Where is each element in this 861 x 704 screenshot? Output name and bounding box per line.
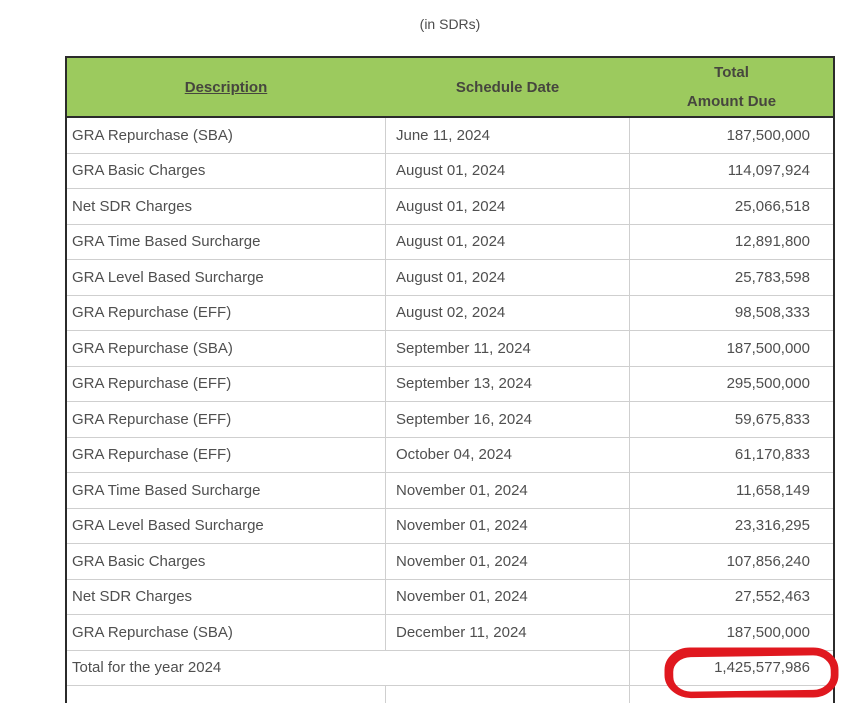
cell-description: GRA Repurchase (EFF): [67, 296, 386, 331]
cell-amount-due: 98,508,333: [630, 296, 833, 331]
cell-schedule-date: August 01, 2024: [386, 189, 630, 224]
cell-description: Net SDR Charges: [67, 189, 386, 224]
cell-description: GRA Repurchase (SBA): [67, 331, 386, 366]
cell-schedule-date: November 01, 2024: [386, 473, 630, 508]
cell-description: GRA Repurchase (EFF): [67, 367, 386, 402]
table-rows-container: GRA Repurchase (SBA) June 11, 2024 187,5…: [67, 118, 833, 651]
cell-description: GRA Basic Charges: [67, 544, 386, 579]
table-row: GRA Repurchase (EFF) September 13, 2024 …: [67, 367, 833, 403]
table-row: GRA Level Based Surcharge November 01, 2…: [67, 509, 833, 545]
cell-schedule-date: November 01, 2024: [386, 544, 630, 579]
payments-schedule-table: Description Schedule Date Total Amount D…: [65, 56, 835, 703]
column-header-total-line2: Amount Due: [687, 87, 776, 116]
cell-amount-due: 12,891,800: [630, 225, 833, 260]
cell-schedule-date: September 13, 2024: [386, 367, 630, 402]
cell-amount-due: 25,066,518: [630, 189, 833, 224]
cell-description: GRA Level Based Surcharge: [67, 509, 386, 544]
cell-amount-due: 187,500,000: [630, 331, 833, 366]
table-total-row: Total for the year 2024 1,425,577,986: [67, 651, 833, 687]
table-header-row: Description Schedule Date Total Amount D…: [65, 56, 835, 118]
table-row: GRA Repurchase (SBA) June 11, 2024 187,5…: [67, 118, 833, 154]
table-row: GRA Repurchase (EFF) September 16, 2024 …: [67, 402, 833, 438]
cell-description: GRA Repurchase (SBA): [67, 118, 386, 153]
table-partial-row: [67, 686, 833, 703]
cell-schedule-date: November 01, 2024: [386, 509, 630, 544]
table-row: GRA Basic Charges November 01, 2024 107,…: [67, 544, 833, 580]
table-row: GRA Time Based Surcharge November 01, 20…: [67, 473, 833, 509]
cell-description: GRA Repurchase (EFF): [67, 402, 386, 437]
cell-schedule-date: September 11, 2024: [386, 331, 630, 366]
table-row: GRA Level Based Surcharge August 01, 202…: [67, 260, 833, 296]
cell-description: Net SDR Charges: [67, 580, 386, 615]
cell-amount-due: 187,500,000: [630, 615, 833, 650]
cell-schedule-date: August 01, 2024: [386, 260, 630, 295]
column-header-description[interactable]: Description: [67, 58, 385, 116]
cell-amount-due: 187,500,000: [630, 118, 833, 153]
table-row: GRA Repurchase (SBA) December 11, 2024 1…: [67, 615, 833, 651]
cell-description: GRA Basic Charges: [67, 154, 386, 189]
cell-schedule-date: August 02, 2024: [386, 296, 630, 331]
cell-amount-due: 59,675,833: [630, 402, 833, 437]
cell-schedule-date: September 16, 2024: [386, 402, 630, 437]
cell-schedule-date: August 01, 2024: [386, 225, 630, 260]
table-row: GRA Basic Charges August 01, 2024 114,09…: [67, 154, 833, 190]
cell-description: GRA Time Based Surcharge: [67, 225, 386, 260]
cell-description: GRA Repurchase (EFF): [67, 438, 386, 473]
cell-description: GRA Level Based Surcharge: [67, 260, 386, 295]
cell-amount-due: 61,170,833: [630, 438, 833, 473]
cell-schedule-date: June 11, 2024: [386, 118, 630, 153]
cell-schedule-date: August 01, 2024: [386, 154, 630, 189]
cell-description: GRA Repurchase (SBA): [67, 615, 386, 650]
table-row: Net SDR Charges November 01, 2024 27,552…: [67, 580, 833, 616]
column-header-schedule-date-label: Schedule Date: [456, 79, 559, 96]
cell-amount-due: 11,658,149: [630, 473, 833, 508]
column-header-description-label: Description: [185, 79, 268, 96]
cell-amount-due: 27,552,463: [630, 580, 833, 615]
cell-schedule-date: November 01, 2024: [386, 580, 630, 615]
table-body: GRA Repurchase (SBA) June 11, 2024 187,5…: [65, 118, 835, 703]
cell-schedule-date: October 04, 2024: [386, 438, 630, 473]
table-row: GRA Repurchase (EFF) October 04, 2024 61…: [67, 438, 833, 474]
column-header-total-line1: Total: [714, 58, 749, 87]
table-caption: (in SDRs): [65, 16, 835, 32]
cell-amount-due: 23,316,295: [630, 509, 833, 544]
cell-total-label: Total for the year 2024: [67, 651, 630, 686]
table-row: GRA Time Based Surcharge August 01, 2024…: [67, 225, 833, 261]
cell-amount-due: 295,500,000: [630, 367, 833, 402]
cell-amount-due: 114,097,924: [630, 154, 833, 189]
table-row: GRA Repurchase (SBA) September 11, 2024 …: [67, 331, 833, 367]
cell-amount-due: 25,783,598: [630, 260, 833, 295]
cell-amount-due: 107,856,240: [630, 544, 833, 579]
cell-total-amount-due: 1,425,577,986: [630, 651, 833, 686]
table-row: GRA Repurchase (EFF) August 02, 2024 98,…: [67, 296, 833, 332]
column-header-total-amount-due: Total Amount Due: [630, 58, 833, 116]
column-header-schedule-date: Schedule Date: [385, 58, 630, 116]
cell-schedule-date: December 11, 2024: [386, 615, 630, 650]
table-row: Net SDR Charges August 01, 2024 25,066,5…: [67, 189, 833, 225]
cell-description: GRA Time Based Surcharge: [67, 473, 386, 508]
